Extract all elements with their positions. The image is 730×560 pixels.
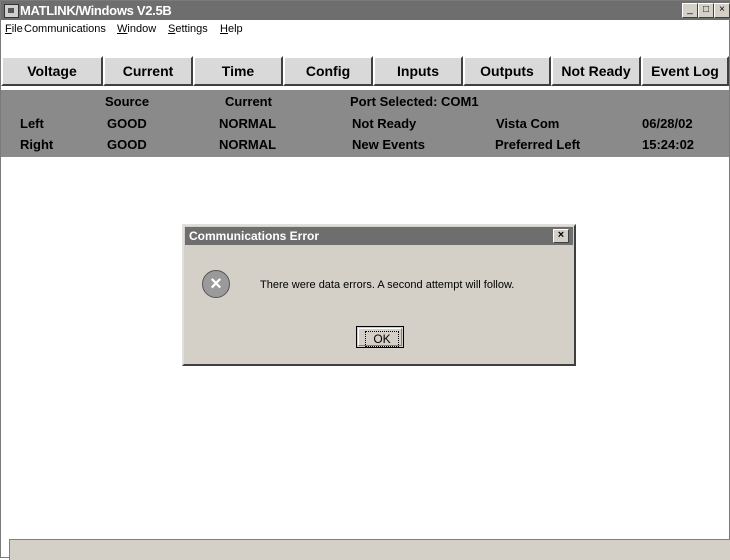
menu-settings-rest: ettings [175, 23, 208, 35]
app-icon[interactable] [4, 4, 19, 18]
communications-error-dialog: Communications Error × × There were data… [182, 224, 576, 366]
title-bar[interactable]: MATLINK/Windows V2.5B _ □ × [1, 1, 730, 20]
not-ready-button[interactable]: Not Ready [551, 56, 641, 86]
left-state: Not Ready [352, 116, 417, 131]
minimize-button[interactable]: _ [682, 3, 698, 18]
config-button[interactable]: Config [283, 56, 373, 86]
maximize-button[interactable]: □ [698, 3, 714, 18]
time-button[interactable]: Time [193, 56, 283, 86]
menu-help-rest: elp [227, 23, 243, 35]
status-bar [9, 539, 730, 560]
menu-help[interactable]: Help [220, 22, 243, 36]
main-window: MATLINK/Windows V2.5B _ □ × File Communi… [0, 0, 730, 560]
menu-window[interactable]: Window [117, 22, 156, 36]
toolbar: Voltage Current Time Config Inputs Outpu… [1, 38, 729, 90]
ok-button-label: OK [365, 331, 399, 347]
current-button[interactable]: Current [103, 56, 193, 86]
status-date: 06/28/02 [642, 116, 693, 131]
close-button[interactable]: × [714, 3, 730, 18]
menu-settings[interactable]: Settings [168, 22, 208, 36]
current-header: Current [225, 94, 272, 109]
voltage-button[interactable]: Voltage [1, 56, 103, 86]
outputs-button[interactable]: Outputs [463, 56, 551, 86]
menu-communications-label: Communications [24, 23, 106, 35]
dialog-message: There were data errors. A second attempt… [260, 279, 515, 291]
menu-help-key: H [220, 23, 228, 35]
left-info: Vista Com [496, 116, 560, 131]
right-info: Preferred Left [495, 137, 581, 152]
error-icon: × [202, 270, 230, 298]
left-label: Left [20, 116, 44, 131]
dialog-title-bar[interactable]: Communications Error × [185, 227, 573, 245]
window-title: MATLINK/Windows V2.5B [20, 3, 172, 18]
left-source: GOOD [107, 116, 147, 131]
menu-file-key: F [5, 23, 12, 35]
left-current: NORMAL [219, 116, 277, 131]
source-header: Source [105, 94, 150, 109]
port-selected: Port Selected: COM1 [350, 94, 479, 109]
right-label: Right [20, 137, 54, 152]
status-time: 15:24:02 [642, 137, 695, 152]
menu-communications[interactable]: Communications [24, 22, 106, 36]
dialog-title: Communications Error [189, 229, 320, 243]
right-state: New Events [352, 137, 425, 152]
right-source: GOOD [107, 137, 147, 152]
menu-file[interactable]: File [5, 22, 23, 36]
ok-button[interactable]: OK [356, 326, 404, 348]
menu-bar: File Communications Window Settings Help [1, 20, 729, 38]
status-panel: Source Current Port Selected: COM1 Left … [1, 90, 729, 157]
ok-button-bevel: OK [358, 328, 402, 347]
right-current: NORMAL [219, 137, 277, 152]
menu-window-key: W [117, 23, 128, 35]
dialog-close-button[interactable]: × [553, 229, 569, 243]
inputs-button[interactable]: Inputs [373, 56, 463, 86]
event-log-button[interactable]: Event Log [641, 56, 729, 86]
menu-file-rest: ile [11, 23, 23, 35]
menu-window-rest: indow [127, 23, 157, 35]
